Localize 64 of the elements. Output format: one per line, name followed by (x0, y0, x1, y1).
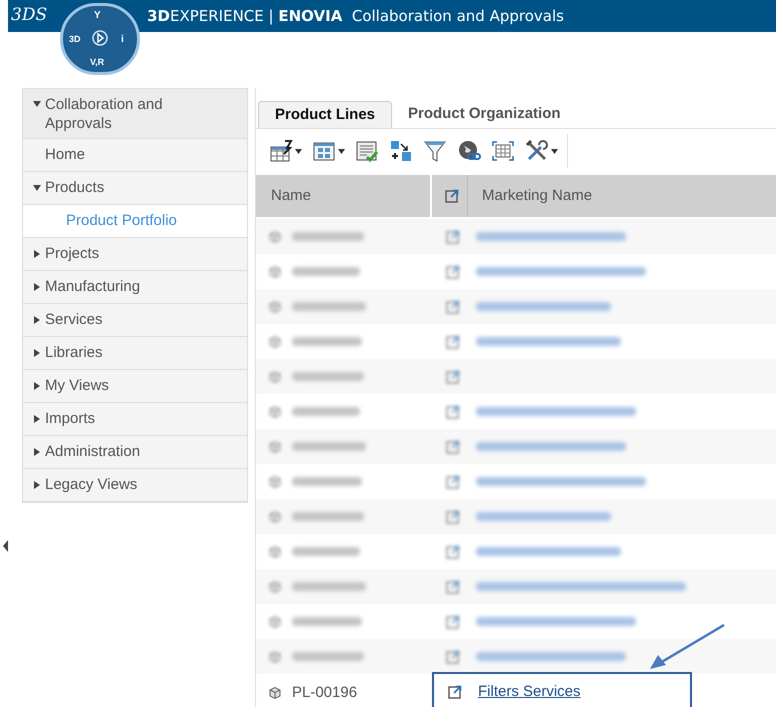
open-window-icon[interactable] (444, 189, 458, 203)
cube-icon (268, 544, 282, 558)
sidebar-item[interactable]: Product Portfolio (23, 205, 247, 238)
collapse-arrow-icon[interactable] (3, 540, 8, 552)
column-header[interactable]: Marketing Name (468, 184, 776, 208)
blurred-text (292, 267, 360, 276)
collapsed-arrow-icon[interactable] (33, 382, 41, 390)
sidebar-section[interactable]: Collaboration and Approvals (23, 89, 247, 139)
compass-label: Y (94, 9, 101, 23)
caret-icon (551, 148, 558, 154)
table-edit-icon (269, 139, 293, 163)
blurred-text (292, 407, 360, 416)
cube-icon (268, 370, 282, 384)
collapsed-arrow-icon[interactable] (33, 250, 41, 258)
blurred-text (292, 652, 364, 661)
approve-icon (355, 139, 379, 163)
filter-icon (423, 139, 447, 163)
cube-icon (268, 404, 282, 418)
cube-icon (268, 614, 282, 628)
play-icon (92, 30, 108, 46)
marketing-name-link[interactable]: Filters Services (478, 680, 581, 704)
cube-icon (268, 300, 282, 314)
blurred-text (292, 547, 360, 556)
caret-icon (338, 148, 345, 154)
globe-link-icon (457, 139, 481, 163)
collapsed-arrow-icon[interactable] (33, 415, 41, 423)
compass-label: V,R (90, 56, 104, 69)
caret-icon (295, 148, 302, 154)
cube-icon (268, 264, 282, 278)
cube-icon (268, 474, 282, 488)
cube-icon (268, 650, 282, 664)
table-row[interactable] (256, 639, 776, 674)
tab[interactable]: Product Organization (392, 101, 577, 128)
compass-label: i (121, 33, 124, 47)
table-cell-text: PL-00196 (292, 683, 358, 703)
cube-icon (268, 440, 282, 454)
cube-icon (268, 230, 282, 244)
expanded-arrow-icon[interactable] (33, 184, 41, 192)
compass-label: 3D (69, 33, 81, 46)
blurred-text (292, 337, 362, 346)
expanded-arrow-icon[interactable] (33, 100, 41, 108)
blurred-text (292, 617, 362, 626)
blurred-text (292, 372, 364, 381)
tools-icon (525, 139, 549, 163)
blurred-text (292, 477, 362, 486)
open-window-icon[interactable] (448, 685, 462, 699)
select-table-icon (491, 139, 515, 163)
blurred-text (292, 232, 364, 241)
brand-logo[interactable]: 3DS (11, 3, 48, 29)
collapsed-arrow-icon[interactable] (33, 481, 41, 489)
column-header[interactable]: Name (256, 175, 432, 217)
cube-icon (268, 510, 282, 524)
cube-icon (268, 686, 282, 700)
app-title: 3DEXPERIENCE | ENOVIA Collaboration and Approvals (147, 6, 564, 27)
collapsed-arrow-icon[interactable] (33, 349, 41, 357)
collapsed-arrow-icon[interactable] (33, 283, 41, 291)
add-remove-icon (389, 139, 413, 163)
collapsed-arrow-icon[interactable] (33, 448, 41, 456)
compass-widget[interactable]: Y 3D i V,R (60, 3, 140, 75)
cube-icon (268, 580, 282, 594)
tab[interactable]: Product Lines (258, 101, 392, 128)
collapsed-arrow-icon[interactable] (33, 316, 41, 324)
cube-icon (268, 334, 282, 348)
blurred-text (292, 512, 364, 521)
